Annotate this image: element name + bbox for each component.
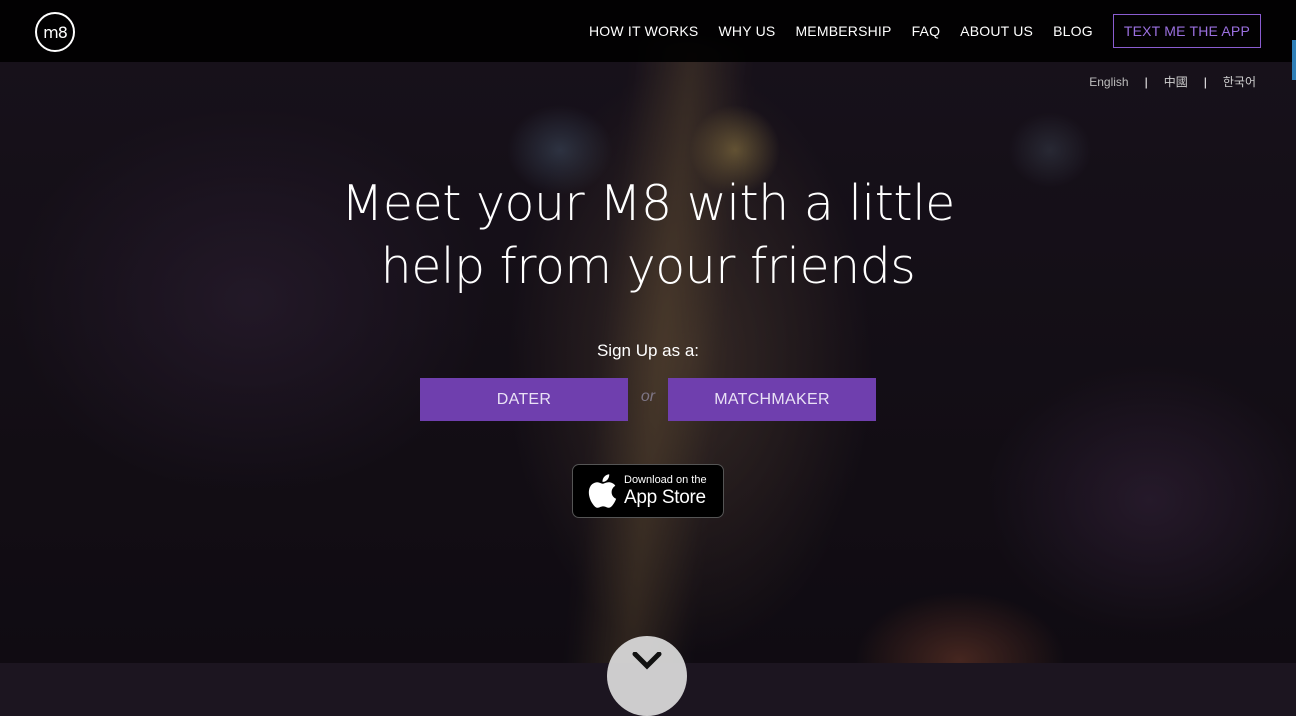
app-store-big-text: App Store [624, 487, 706, 508]
hero-headline-line-2: help from your friends [380, 238, 916, 295]
nav-about-us[interactable]: ABOUT US [960, 23, 1033, 39]
apple-icon [588, 474, 617, 508]
lang-korean[interactable]: 한국어 [1223, 73, 1256, 90]
hero-headline: Meet your M8 with a little help from you… [0, 172, 1296, 298]
m8-logo[interactable]: m8 [35, 12, 75, 52]
top-navigation-bar: m8 HOW IT WORKS WHY US MEMBERSHIP FAQ AB… [0, 0, 1296, 62]
language-switcher: English | 中國 | 한국어 [1089, 73, 1256, 90]
lang-separator: | [1203, 74, 1207, 89]
hero-background-image [0, 0, 1296, 663]
scroll-down-button[interactable] [607, 636, 687, 716]
nav-faq[interactable]: FAQ [912, 23, 941, 39]
nav-membership[interactable]: MEMBERSHIP [795, 23, 891, 39]
signup-label: Sign Up as a: [596, 341, 700, 360]
main-nav: HOW IT WORKS WHY US MEMBERSHIP FAQ ABOUT… [589, 14, 1261, 48]
nav-why-us[interactable]: WHY US [718, 23, 775, 39]
app-store-badge[interactable]: Download on the App Store [572, 464, 724, 518]
lang-chinese[interactable]: 中國 [1164, 73, 1188, 90]
or-separator: or [640, 388, 656, 405]
hero-headline-line-1: Meet your M8 with a little [341, 175, 955, 232]
text-me-the-app-button[interactable]: TEXT ME THE APP [1112, 14, 1261, 48]
chevron-down-icon [632, 652, 662, 670]
app-store-small-text: Download on the [624, 474, 707, 486]
dater-signup-button[interactable]: DATER [420, 378, 628, 421]
lang-separator: | [1144, 74, 1148, 89]
lang-english[interactable]: English [1089, 75, 1128, 89]
side-feedback-tab[interactable] [1292, 40, 1296, 80]
matchmaker-signup-button[interactable]: MATCHMAKER [668, 378, 876, 421]
nav-how-it-works[interactable]: HOW IT WORKS [589, 23, 698, 39]
nav-blog[interactable]: BLOG [1053, 23, 1093, 39]
